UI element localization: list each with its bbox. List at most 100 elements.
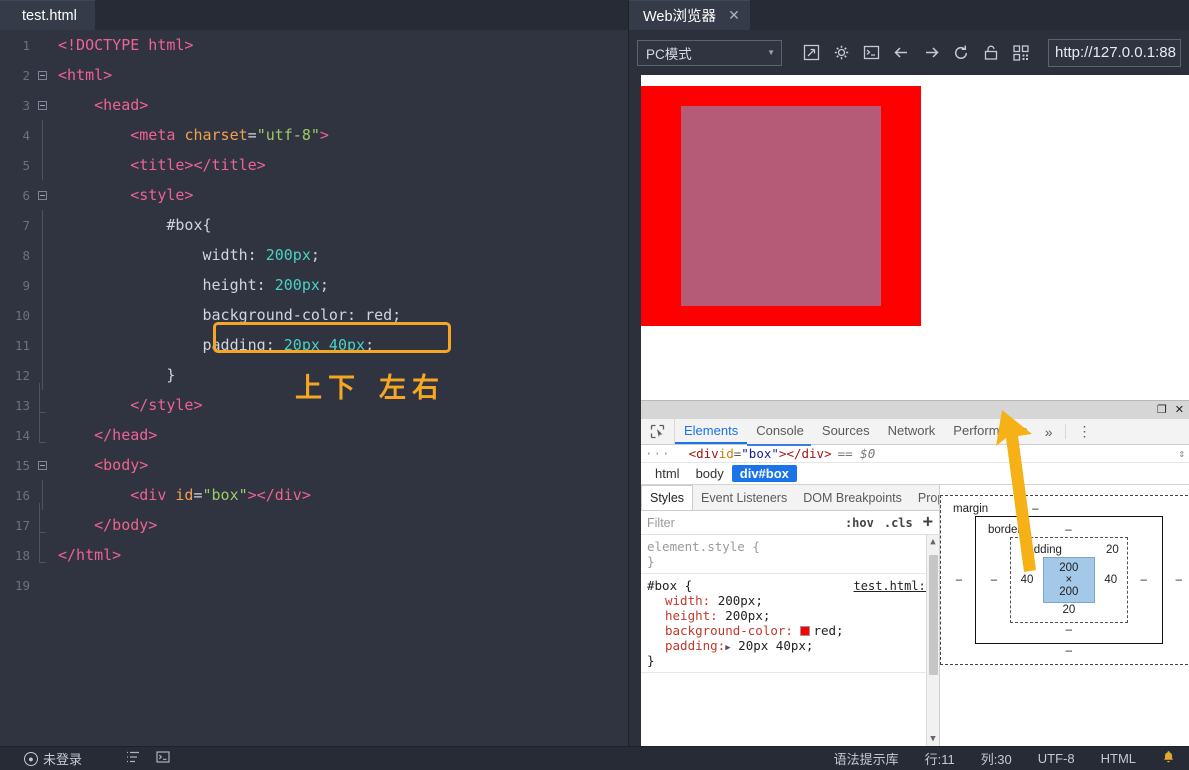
box-model-border-left[interactable]: – bbox=[986, 574, 1002, 586]
dock-icon[interactable]: ❐ bbox=[1157, 404, 1167, 416]
css-declaration[interactable]: width: 200px; bbox=[647, 593, 933, 608]
code-line[interactable]: 11 padding: 20px 40px; bbox=[0, 330, 628, 360]
box-model-border-right[interactable]: – bbox=[1136, 574, 1152, 586]
box-model-margin-right[interactable]: – bbox=[1171, 574, 1187, 586]
cursor-line: 行:11 bbox=[924, 752, 955, 767]
code-line[interactable]: 7 #box{ bbox=[0, 210, 628, 240]
list-icon[interactable] bbox=[126, 750, 140, 767]
css-rule[interactable]: #box {test.html:7 width: 200px; height: 20… bbox=[641, 574, 939, 673]
dom-tree-row[interactable]: ··· <div id = "box" ></div> == $0 ⇕ bbox=[641, 444, 1189, 463]
color-swatch[interactable] bbox=[800, 626, 811, 636]
login-status[interactable]: ● 未登录 bbox=[24, 749, 82, 768]
box-model-margin-bottom[interactable]: – bbox=[951, 644, 1187, 658]
editor-tab-test-html[interactable]: test.html bbox=[0, 0, 95, 30]
code-line[interactable]: 3 <head> bbox=[0, 90, 628, 120]
console-terminal-icon[interactable] bbox=[856, 38, 886, 68]
box-model-border-top[interactable]: – bbox=[1065, 523, 1071, 537]
fold-marker[interactable] bbox=[34, 460, 50, 470]
styles-tab-event-listeners[interactable]: Event Listeners bbox=[693, 485, 795, 510]
breadcrumb-item[interactable]: div#box bbox=[731, 465, 797, 482]
editor-tabbar: test.html bbox=[0, 0, 628, 30]
bell-icon[interactable] bbox=[1162, 750, 1175, 767]
code-line[interactable]: 2 <html> bbox=[0, 60, 628, 90]
unlock-icon[interactable] bbox=[976, 38, 1006, 68]
box-model-border-bottom[interactable]: – bbox=[986, 623, 1152, 637]
box-model-margin[interactable]: margin – – border – – padding 20 40 200 … bbox=[940, 495, 1189, 665]
browser-tab-web[interactable]: Web浏览器 ✕ bbox=[629, 0, 750, 30]
styles-tab-properties[interactable]: Properties bbox=[910, 485, 939, 510]
code-line[interactable]: 1 <!DOCTYPE html> bbox=[0, 30, 628, 60]
devtools-menu-icon[interactable]: ⋮ bbox=[1070, 419, 1100, 444]
code-line[interactable]: 9 height: 200px; bbox=[0, 270, 628, 300]
box-model-border[interactable]: border – – padding 20 40 200 × 200 40 20… bbox=[975, 516, 1163, 644]
cls-toggle[interactable]: .cls bbox=[884, 516, 913, 530]
code-line[interactable]: 15 <body> bbox=[0, 450, 628, 480]
qrcode-icon[interactable] bbox=[1006, 38, 1036, 68]
breadcrumb-item[interactable]: html bbox=[647, 465, 688, 482]
devtools-tab-console[interactable]: Console bbox=[747, 419, 813, 444]
settings-gear-icon[interactable] bbox=[826, 38, 856, 68]
css-declaration[interactable]: padding:▶ 20px 40px; bbox=[647, 638, 933, 653]
code-line[interactable]: 14 </head> bbox=[0, 413, 628, 450]
url-input[interactable]: http://127.0.0.1:88 bbox=[1048, 38, 1181, 67]
css-declaration[interactable]: background-color: red; bbox=[647, 623, 933, 638]
styles-tab-styles[interactable]: Styles bbox=[641, 485, 694, 510]
filter-input[interactable]: Filter bbox=[647, 516, 675, 530]
box-model-content-size[interactable]: 200 × 200 bbox=[1043, 557, 1095, 603]
syntax-library-label[interactable]: 语法提示库 bbox=[834, 749, 899, 768]
fold-marker[interactable] bbox=[34, 70, 50, 80]
line-number: 6 bbox=[22, 187, 30, 203]
box-model-padding-top[interactable]: 20 bbox=[1106, 543, 1119, 557]
dom-ellipsis: ··· bbox=[645, 446, 671, 461]
close-icon[interactable]: ✕ bbox=[728, 7, 740, 24]
close-icon[interactable]: ✕ bbox=[1175, 404, 1184, 416]
forward-arrow-icon[interactable] bbox=[916, 38, 946, 68]
terminal-icon[interactable] bbox=[156, 750, 170, 767]
code-line[interactable]: 16 <div id="box"></div> bbox=[0, 480, 628, 510]
scrollbar-thumb[interactable] bbox=[929, 555, 938, 675]
box-model-padding-left[interactable]: 40 bbox=[1019, 574, 1035, 586]
code-line[interactable]: 5 <title></title> bbox=[0, 150, 628, 180]
box-model-margin-left[interactable]: – bbox=[951, 574, 967, 586]
css-declaration[interactable]: height: 200px; bbox=[647, 608, 933, 623]
css-rule[interactable]: element.style {} bbox=[641, 535, 939, 574]
devtools-tab-performance[interactable]: Performance bbox=[944, 419, 1036, 444]
box-model-margin-top[interactable]: – bbox=[1032, 502, 1038, 516]
add-rule-button[interactable]: + bbox=[923, 514, 933, 531]
device-mode-select[interactable]: PC模式 ▼ bbox=[637, 39, 782, 66]
expand-triangle-icon[interactable]: ▶ bbox=[725, 643, 730, 653]
styles-tab-dom-breakpoints[interactable]: DOM Breakpoints bbox=[795, 485, 910, 510]
more-tabs-icon[interactable]: » bbox=[1037, 419, 1061, 444]
devtools-tab-network[interactable]: Network bbox=[879, 419, 945, 444]
code-line[interactable]: 10 background-color: red; bbox=[0, 300, 628, 330]
fold-marker[interactable] bbox=[34, 100, 50, 110]
cursor-column: 列:30 bbox=[980, 752, 1012, 767]
box-model-padding[interactable]: padding 20 40 200 × 200 40 20 bbox=[1010, 537, 1128, 623]
inspect-element-icon[interactable] bbox=[641, 419, 675, 444]
code-text: </head> bbox=[94, 426, 158, 444]
encoding-label[interactable]: UTF-8 bbox=[1038, 751, 1075, 766]
hov-toggle[interactable]: :hov bbox=[845, 516, 874, 530]
css-source-link[interactable]: test.html:7 bbox=[854, 579, 933, 593]
code-line[interactable]: 19 bbox=[0, 570, 628, 600]
page-preview-viewport[interactable] bbox=[641, 75, 1189, 400]
code-line[interactable]: 6 <style> bbox=[0, 180, 628, 210]
fold-marker[interactable] bbox=[34, 190, 50, 200]
devtools-tab-elements[interactable]: Elements bbox=[675, 419, 748, 444]
scroll-up-icon[interactable]: ▲ bbox=[930, 535, 935, 549]
code-area[interactable]: 1 <!DOCTYPE html> 2 <html> 3 <head> 4 <meta c… bbox=[0, 30, 628, 746]
code-line[interactable]: 4 <meta charset="utf-8"> bbox=[0, 120, 628, 150]
language-label[interactable]: HTML bbox=[1101, 751, 1136, 766]
back-arrow-icon[interactable] bbox=[886, 38, 916, 68]
scroll-down-icon[interactable]: ▼ bbox=[930, 732, 935, 746]
open-external-icon[interactable] bbox=[796, 38, 826, 68]
code-line[interactable]: 18 </html> bbox=[0, 533, 628, 570]
breadcrumb-item[interactable]: body bbox=[688, 465, 732, 482]
devtools-tab-sources[interactable]: Sources bbox=[813, 419, 879, 444]
code-line[interactable]: 17 </body> bbox=[0, 503, 628, 540]
box-model-padding-bottom[interactable]: 20 bbox=[1019, 603, 1119, 617]
reload-icon[interactable] bbox=[946, 38, 976, 68]
box-model-padding-right[interactable]: 40 bbox=[1103, 574, 1119, 586]
styles-scrollbar[interactable]: ▲ ▼ bbox=[926, 535, 939, 746]
code-line[interactable]: 8 width: 200px; bbox=[0, 240, 628, 270]
